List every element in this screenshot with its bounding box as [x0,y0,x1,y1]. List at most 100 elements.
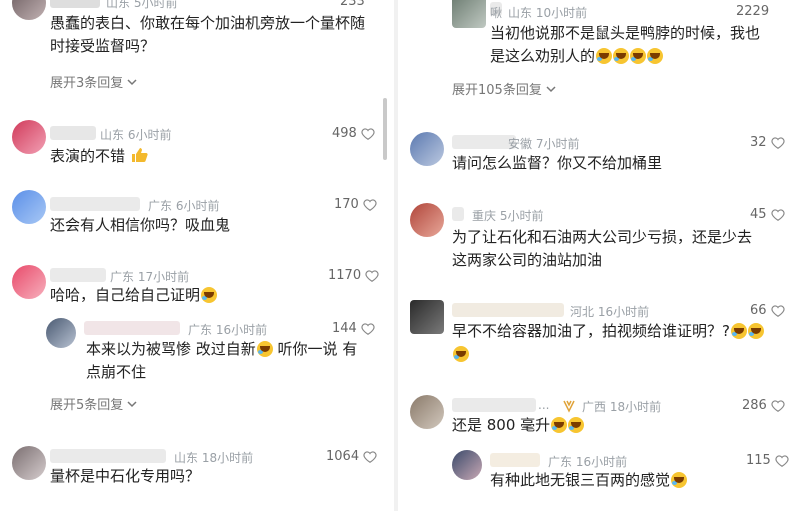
comment-text-content: 哈哈，自己给自己证明 [50,286,201,304]
heart-icon [363,450,377,463]
right-comment-panel: 啾 山东 10小时前 2229 当初他说那不是鼠头是鸭脖的时候，我也 是这么劝别人… [398,0,802,511]
comment-text: 为了让石化和石油两大公司少亏损，还是少去 这两家公司的油站加油 [452,226,792,272]
laughing-tears-emoji-icon [201,287,218,303]
user-name-blurred[interactable] [84,321,180,335]
user-avatar[interactable] [12,190,46,224]
reply-user-avatar[interactable] [46,318,76,348]
laughing-tears-emoji-icon [730,323,747,339]
expand-replies-label: 展开5条回复 [50,398,124,413]
reply-user-avatar[interactable] [452,450,482,480]
comment-text-line-2: 是这么劝别人的 [490,47,596,65]
comment-item: 山东 5小时前 233 愚蠢的表白、你敢在每个加油机旁放一个量杯随时接受监督吗？ [0,0,394,60]
heart-icon [363,198,377,211]
heart-icon [365,269,379,282]
comment-meta: 河北 16小时前 [570,305,650,319]
like-count-value: 1170 [328,268,362,283]
user-avatar[interactable] [12,265,46,299]
user-avatar[interactable] [12,446,46,480]
laughing-tears-emoji-icon [568,417,585,433]
like-button[interactable]: 32 [750,135,785,150]
like-button[interactable]: 45 [750,207,785,222]
expand-replies-button[interactable]: 展开3条回复 [50,72,137,91]
like-button[interactable]: 170 [334,197,377,212]
comment-text: 表演的不错 [50,145,148,168]
like-count-value: 45 [750,207,767,222]
reply-text-part-3: 点崩不住 [86,363,147,381]
like-button[interactable]: 1064 [326,449,377,464]
like-button[interactable]: 286 [742,398,785,413]
user-name-blurred[interactable] [50,0,100,8]
user-name-tail[interactable]: ... [538,398,549,412]
grin-emoji-icon [647,48,664,64]
comment-text-line-1: 为了让石化和石油两大公司少亏损，还是少去 [452,228,753,246]
user-name-tail[interactable]: 啾 [490,4,502,21]
like-count-value: 286 [742,398,767,413]
user-avatar[interactable] [410,395,444,429]
badge-icon [563,400,575,413]
scrollbar-thumb[interactable] [383,98,387,160]
user-avatar[interactable] [410,132,444,166]
reply-text: 有种此地无银三百两的感觉 [490,469,688,492]
grin-emoji-icon [671,472,688,488]
like-button[interactable]: 498 [332,126,375,141]
comment-meta: 广西 18小时前 [582,400,662,414]
user-avatar[interactable] [452,0,486,28]
comment-text: 还是 800 毫升 [452,414,585,437]
user-name-blurred[interactable] [50,197,140,211]
comment-text: 量杯是中石化专用吗？ [50,467,201,485]
comment-text: 当初他说那不是鼠头是鸭脖的时候，我也 是这么劝别人的 [490,22,790,68]
thumbs-up-emoji-icon [131,148,148,162]
laughing-tears-emoji-icon [551,417,568,433]
grin-emoji-icon [596,48,613,64]
user-name-blurred[interactable] [452,303,564,317]
user-name-blurred[interactable] [452,135,516,149]
like-count[interactable]: 233 [340,0,365,9]
comment-meta: 重庆 5小时前 [472,209,544,223]
laughing-tears-emoji-icon [453,346,469,362]
reply-text-content: 有种此地无银三百两的感觉 [490,471,671,489]
comment-text-content: 还是 800 毫升 [452,416,551,434]
grin-emoji-icon [613,48,630,64]
heart-icon [770,136,785,149]
expand-replies-label: 展开105条回复 [452,83,542,98]
user-avatar[interactable] [12,0,46,20]
laughing-tears-emoji-icon [747,323,764,339]
like-button[interactable]: 2229 [736,4,769,19]
reply-meta: 广东 16小时前 [188,323,268,337]
user-name-blurred[interactable] [50,268,106,282]
expand-replies-label: 展开3条回复 [50,76,124,91]
reply-text-part-1: 本来以为被骂惨 改过自新 [86,340,256,358]
like-button[interactable]: 115 [746,453,789,468]
comment-text: 请问怎么监督？你又不给加桶里 [452,154,663,172]
like-button[interactable]: 1170 [328,268,379,283]
comment-text-content: 表演的不错 [50,147,126,165]
expand-replies-button[interactable]: 展开105条回复 [452,79,556,98]
like-button[interactable]: 144 [332,321,375,336]
heart-icon [770,304,785,317]
user-avatar[interactable] [410,300,444,334]
comment-meta: 山东 6小时前 [100,128,172,142]
expand-replies-button[interactable]: 展开5条回复 [50,394,137,413]
like-count-value: 144 [332,321,357,336]
grin-emoji-icon [630,48,647,64]
user-name-blurred[interactable] [452,398,536,412]
like-count-value: 66 [750,303,767,318]
comment-text: 还会有人相信你吗？吸血鬼 [50,216,231,234]
comment-meta: 广东 17小时前 [110,270,190,284]
comment-text: 哈哈，自己给自己证明 [50,284,218,307]
comment-text: 早不不给容器加油了，拍视频给谁证明？? [452,320,792,366]
like-count-value: 115 [746,453,771,468]
like-count-value: 498 [332,126,357,141]
user-name-blurred[interactable] [50,126,96,140]
reply-text: 本来以为被骂惨 改过自新 听你一说 有点崩不住 [86,338,376,384]
like-button[interactable]: 66 [750,303,785,318]
heart-icon [770,208,785,221]
user-name-blurred[interactable] [452,207,464,221]
like-count-value: 233 [340,0,365,9]
user-name-blurred[interactable] [50,449,166,463]
user-avatar[interactable] [12,120,46,154]
user-name-blurred[interactable] [490,453,540,467]
comment-text-line-2: 这两家公司的油站加油 [452,251,603,269]
user-avatar[interactable] [410,203,444,237]
left-comment-panel: 山东 5小时前 233 愚蠢的表白、你敢在每个加油机旁放一个量杯随时接受监督吗？… [0,0,394,511]
